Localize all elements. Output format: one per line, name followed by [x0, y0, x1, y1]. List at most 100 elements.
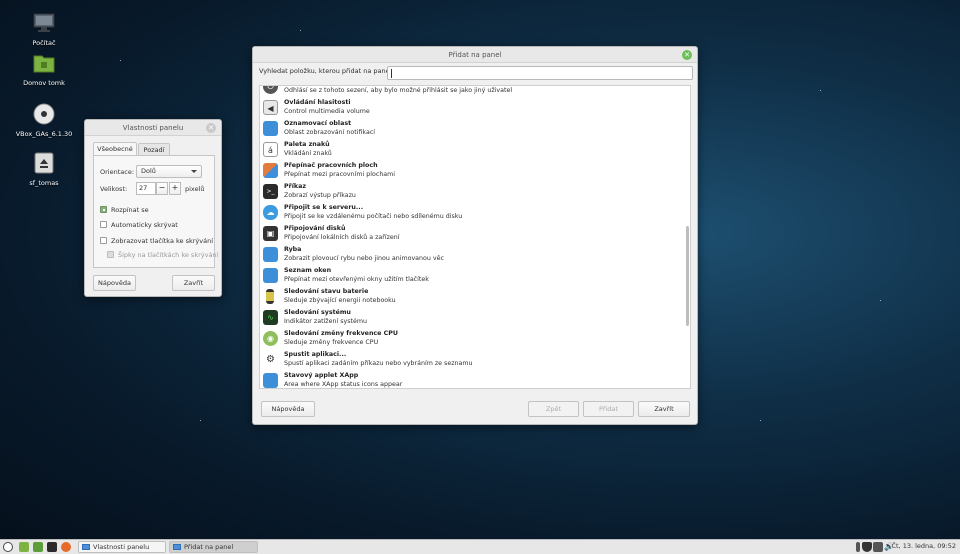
item-title: Připojování disků: [284, 225, 346, 232]
expand-checkbox[interactable]: [100, 206, 107, 213]
item-desc: Spustí aplikaci zadáním příkazu nebo vyb…: [284, 360, 473, 367]
item-desc: Zobrazí výstup příkazu: [284, 192, 356, 199]
item-desc: Sleduje zbývající energii notebooku: [284, 297, 396, 304]
list-item[interactable]: Ryba Zobrazit plovoucí rybu nebo jinou a…: [260, 245, 684, 266]
desktop-icon-label: Počítač: [32, 39, 56, 47]
window-titlebar[interactable]: Přidat na panel ✕: [253, 47, 697, 63]
disc-icon: [33, 103, 55, 125]
list-item[interactable]: ∿ Sledování systému Indikátor zatížení s…: [260, 308, 684, 329]
size-decrease-button[interactable]: −: [156, 182, 168, 195]
item-desc: Indikátor zatížení systému: [284, 318, 367, 325]
item-desc: Přepínat mezi pracovními plochami: [284, 171, 396, 178]
autohide-checkbox[interactable]: [100, 221, 107, 228]
list-item[interactable]: Sledování stavu baterie Sleduje zbývajíc…: [260, 287, 684, 308]
panel-properties-window: Vlastnosti panelu ✕ Všeobecné Pozadí Ori…: [84, 119, 222, 297]
taskbar: Vlastnosti panelu Přidat na panel 🔊 Čt, …: [0, 539, 960, 554]
close-icon[interactable]: ✕: [682, 50, 692, 60]
item-desc: Přepínat mezi otevřenými okny užitím tla…: [284, 276, 429, 283]
speaker-icon: ◀: [263, 100, 278, 115]
list-item[interactable]: Oznamovací oblast Oblast zobrazování not…: [260, 119, 684, 140]
task-label: Vlastnosti panelu: [93, 543, 150, 551]
size-unit-label: pixelů: [185, 185, 205, 193]
terminal-icon: >_: [263, 184, 278, 199]
item-title: Sledování stavu baterie: [284, 288, 369, 295]
item-title: Seznam oken: [284, 267, 332, 274]
list-item[interactable]: ▣ Připojování disků Připojování lokálníc…: [260, 224, 684, 245]
show-hide-buttons-checkbox[interactable]: [100, 237, 107, 244]
desktop-icon-vbox[interactable]: VBox_GAs_6.1.30: [9, 103, 79, 138]
add-to-panel-window: Přidat na panel ✕ Vyhledat položku, kter…: [252, 46, 698, 425]
size-input[interactable]: 27: [136, 182, 156, 195]
item-desc: Area where XApp status icons appear: [284, 381, 403, 388]
files-icon[interactable]: [33, 542, 43, 552]
expand-label: Rozpínat se: [111, 206, 149, 214]
item-title: Ryba: [284, 246, 302, 253]
network-icon[interactable]: [873, 542, 883, 552]
help-button[interactable]: Nápověda: [93, 275, 136, 291]
list-item[interactable]: ◉ Sledování změny frekvence CPU Sleduje …: [260, 329, 684, 350]
list-item[interactable]: Stavový applet XApp Area where XApp stat…: [260, 371, 684, 388]
orientation-value: Dolů: [141, 167, 156, 175]
drive-icon: [34, 152, 54, 174]
item-desc: Control multimedia volume: [284, 108, 370, 115]
show-desktop-icon[interactable]: [19, 542, 29, 552]
item-title: Přepínač pracovních ploch: [284, 162, 378, 169]
list-item[interactable]: ◀ Ovládání hlasitosti Control multimedia…: [260, 98, 684, 119]
autohide-label: Automaticky skrývat: [111, 221, 178, 229]
window-icon: [82, 544, 90, 550]
disk-mount-icon: ▣: [263, 226, 278, 241]
clock[interactable]: Čt, 13. ledna, 09:52: [891, 542, 956, 550]
item-desc: Vkládání znaků: [284, 150, 332, 157]
list-item[interactable]: ⚙ Spustit aplikaci... Spustí aplikaci za…: [260, 350, 684, 371]
home-folder-icon: [33, 55, 55, 73]
status-icon[interactable]: [856, 542, 860, 552]
add-button: Přidat: [583, 401, 634, 417]
list-item[interactable]: Seznam oken Přepínat mezi otevřenými okn…: [260, 266, 684, 287]
terminal-icon[interactable]: [47, 542, 57, 552]
taskbar-task-add-to-panel[interactable]: Přidat na panel: [169, 541, 258, 553]
list-scrollbar[interactable]: [686, 226, 689, 326]
list-item[interactable]: Přepínač pracovních ploch Přepínat mezi …: [260, 161, 684, 182]
item-desc: Zobrazit plovoucí rybu nebo jinou animov…: [284, 255, 444, 262]
workspace-switcher-icon: [263, 163, 278, 178]
arrows-label: Šipky na tlačítkách ke skrývání: [118, 251, 219, 259]
desktop-icon-label: Domov tomk: [23, 79, 65, 87]
applet-list[interactable]: ⏻ Odhlásí se z tohoto sezení, aby bylo m…: [259, 85, 691, 389]
list-item[interactable]: á Paleta znaků Vkládání znaků: [260, 140, 684, 161]
system-monitor-icon: ∿: [263, 310, 278, 325]
item-title: Ovládání hlasitosti: [284, 99, 351, 106]
menu-icon[interactable]: [3, 542, 13, 552]
general-tab-panel: Orientace: Dolů Velikost: 27 − + pixelů …: [93, 155, 219, 268]
orientation-label: Orientace:: [100, 168, 135, 176]
computer-icon: [33, 13, 55, 32]
list-item[interactable]: ☁ Připojit se k serveru... Připojit se k…: [260, 203, 684, 224]
desktop-icon-sf-tomas[interactable]: sf_tomas: [9, 152, 79, 187]
window-icon: [173, 544, 181, 550]
xapp-status-icon: [263, 373, 278, 388]
size-increase-button[interactable]: +: [169, 182, 181, 195]
close-button[interactable]: Zavřít: [638, 401, 690, 417]
item-title: Připojit se k serveru...: [284, 204, 364, 211]
search-label: Vyhledat položku, kterou přidat na panel…: [259, 67, 394, 75]
item-title: Oznamovací oblast: [284, 120, 352, 127]
list-item[interactable]: ⏻ Odhlásí se z tohoto sezení, aby bylo m…: [260, 86, 684, 98]
character-map-icon: á: [263, 142, 278, 157]
desktop-icon-computer[interactable]: Počítač: [9, 12, 79, 47]
desktop-icon-home[interactable]: Domov tomk: [9, 52, 79, 87]
search-input[interactable]: [387, 66, 693, 80]
list-item[interactable]: >_ Příkaz Zobrazí výstup příkazu: [260, 182, 684, 203]
close-icon[interactable]: ✕: [206, 123, 216, 133]
run-gear-icon: ⚙: [266, 354, 275, 365]
window-titlebar[interactable]: Vlastnosti panelu ✕: [85, 120, 221, 136]
taskbar-task-panel-properties[interactable]: Vlastnosti panelu: [78, 541, 166, 553]
help-button[interactable]: Nápověda: [261, 401, 315, 417]
close-button[interactable]: Zavřít: [172, 275, 215, 291]
task-label: Přidat na panel: [184, 543, 234, 551]
item-title: Stavový applet XApp: [284, 372, 359, 379]
tab-general[interactable]: Všeobecné: [93, 142, 137, 155]
firefox-icon[interactable]: [61, 542, 71, 552]
orientation-select[interactable]: Dolů: [136, 165, 202, 178]
shield-icon[interactable]: [862, 542, 872, 552]
fish-icon: [263, 247, 278, 262]
battery-icon: [266, 289, 274, 304]
